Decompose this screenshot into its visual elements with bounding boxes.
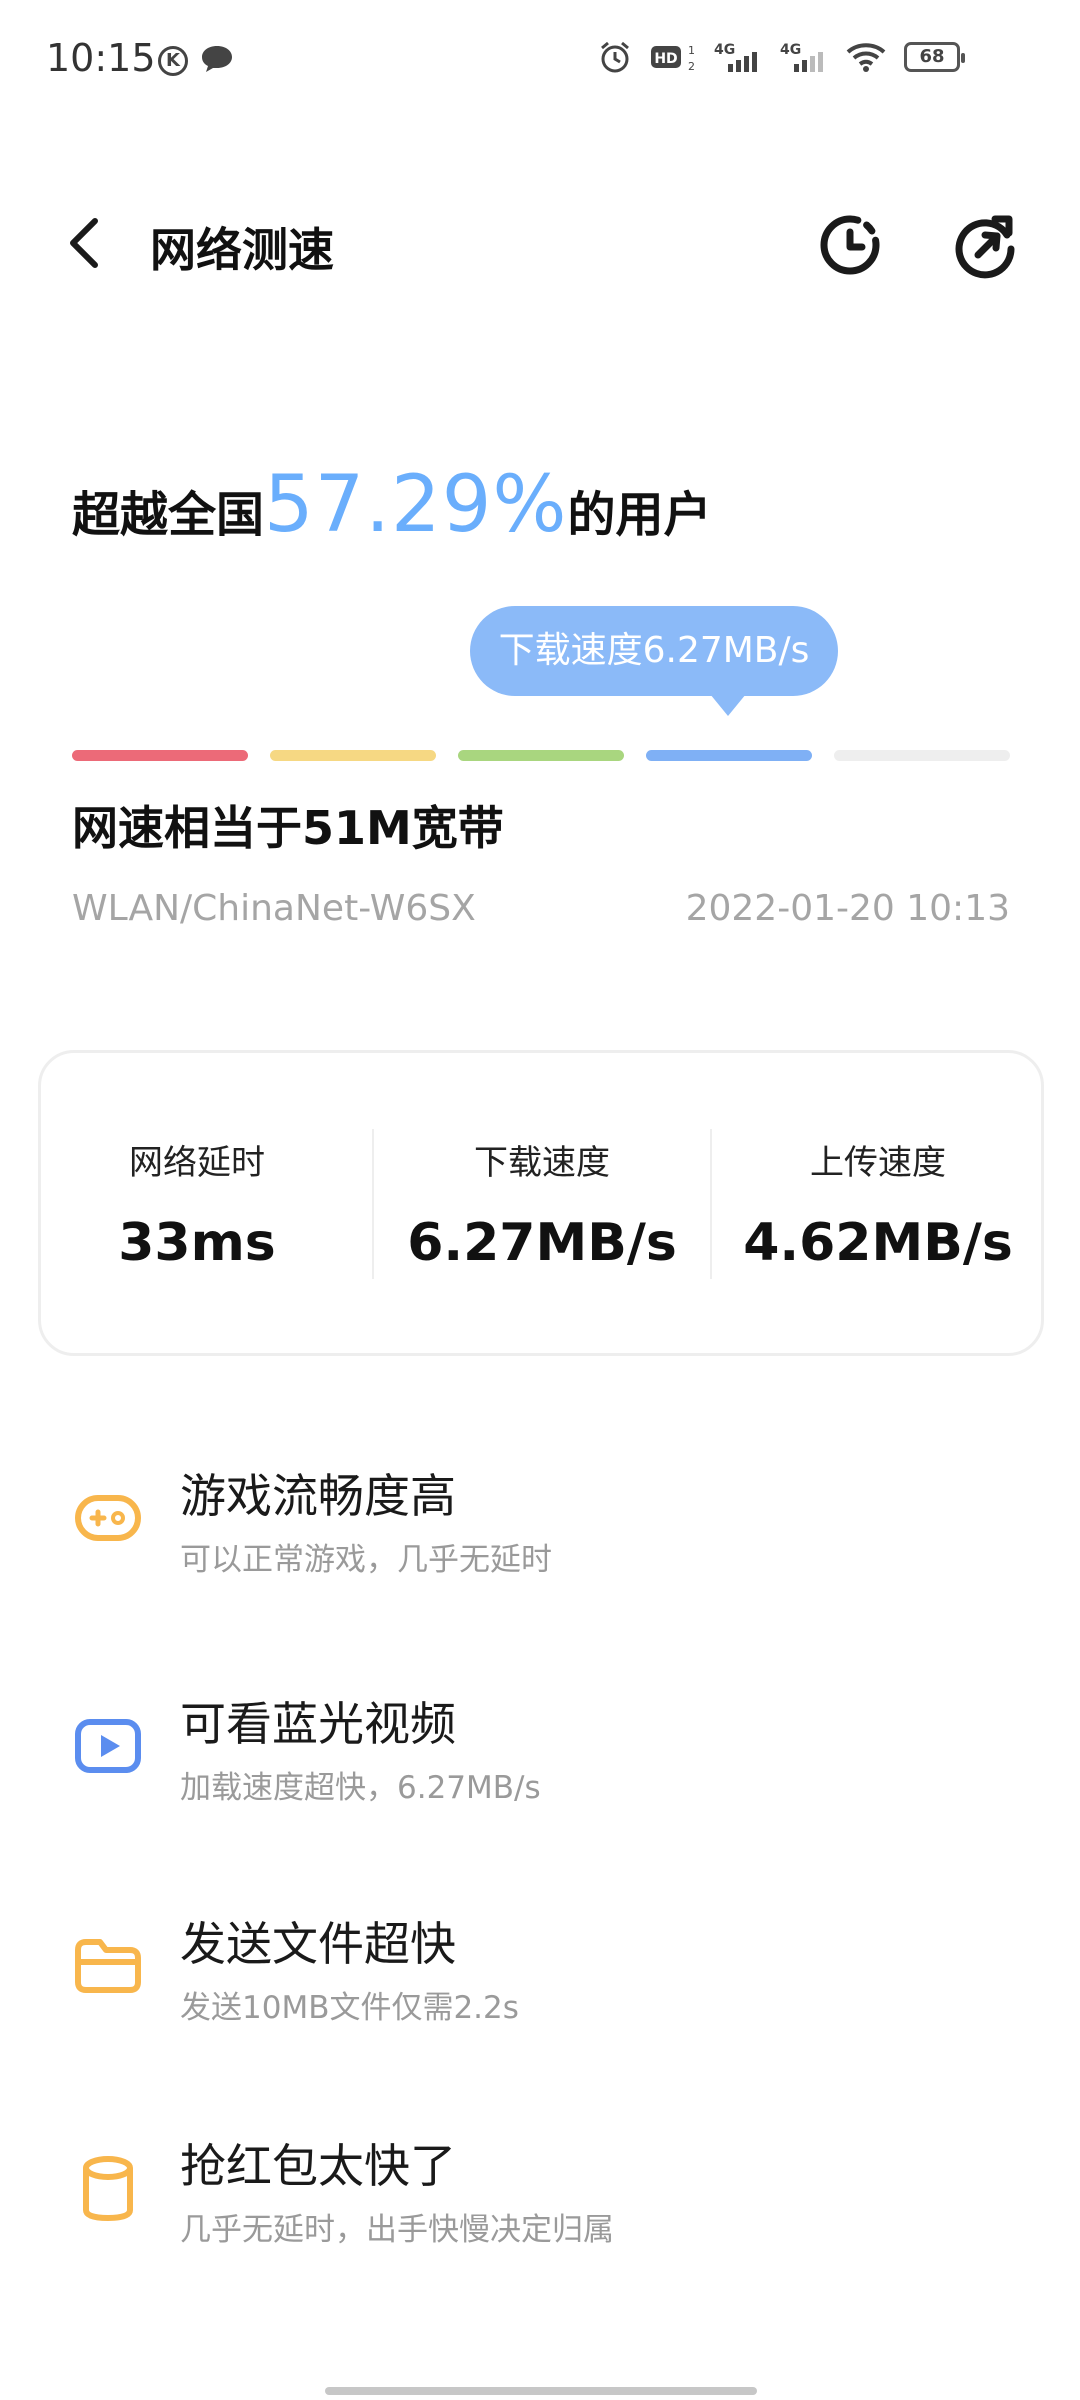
tooltip-pointer xyxy=(710,694,746,716)
rank-prefix: 超越全国 xyxy=(72,487,265,543)
history-button[interactable] xyxy=(810,205,890,285)
feature-file-transfer: 发送文件超快 发送10MB文件仅需2.2s xyxy=(0,1908,1080,2058)
battery-icon: 68 xyxy=(904,42,965,72)
scale-segment xyxy=(270,750,436,761)
download-speed-tooltip: 下载速度6.27MB/s xyxy=(470,606,838,696)
status-bar: 10:15 K HD 1 2 4G 4G 68 xyxy=(0,0,1080,120)
metric-value: 4.62MB/s xyxy=(743,1213,1013,1273)
svg-text:4G: 4G xyxy=(714,42,735,58)
message-icon xyxy=(202,46,232,72)
feature-subtitle: 几乎无延时，出手快慢决定归属 xyxy=(180,2212,614,2248)
svg-text:2: 2 xyxy=(688,60,695,73)
svg-text:HD: HD xyxy=(654,51,677,67)
scale-segment xyxy=(72,750,248,761)
chevron-left-icon xyxy=(70,218,98,268)
upload-metric: 上传速度 4.62MB/s xyxy=(712,1053,1044,1353)
bandwidth-equivalent: 网速相当于51M宽带 xyxy=(72,801,504,855)
scale-segment xyxy=(646,750,812,761)
feature-title: 抢红包太快了 xyxy=(180,2139,456,2193)
metric-value: 33ms xyxy=(118,1213,276,1273)
feature-red-packet: 抢红包太快了 几乎无延时，出手快慢决定归属 xyxy=(0,2130,1080,2280)
hd-icon: HD 1 2 xyxy=(651,44,695,73)
feature-title: 游戏流畅度高 xyxy=(180,1469,456,1523)
video-play-icon xyxy=(75,1719,141,1773)
scale-segment xyxy=(458,750,624,761)
app-bar: 网络测速 xyxy=(0,190,1080,300)
folder-icon xyxy=(75,1939,141,1993)
latency-metric: 网络延时 33ms xyxy=(41,1053,353,1353)
history-icon xyxy=(820,215,880,275)
back-button[interactable] xyxy=(50,208,120,278)
alarm-icon xyxy=(601,41,629,73)
rank-percent: 57.29% xyxy=(264,460,568,550)
download-metric: 下载速度 6.27MB/s xyxy=(374,1053,710,1353)
refresh-icon xyxy=(955,215,1015,279)
4g-signal-icon: 4G xyxy=(780,42,823,72)
feature-video: 可看蓝光视频 加载速度超快，6.27MB/s xyxy=(0,1688,1080,1838)
metrics-card: 网络延时 33ms 下载速度 6.27MB/s 上传速度 4.62MB/s xyxy=(38,1050,1044,1356)
svg-text:1: 1 xyxy=(688,44,695,57)
k-icon: K xyxy=(158,46,188,76)
scale-segment xyxy=(834,750,1010,761)
feature-subtitle: 加载速度超快，6.27MB/s xyxy=(180,1770,541,1806)
feature-subtitle: 发送10MB文件仅需2.2s xyxy=(180,1990,519,2026)
metric-label: 网络延时 xyxy=(129,1143,265,1183)
4g-signal-icon: 4G xyxy=(714,42,757,72)
retest-button[interactable] xyxy=(945,205,1025,285)
status-time: 10:15 xyxy=(46,36,156,80)
status-icons: HD 1 2 4G 4G 68 xyxy=(598,40,965,74)
feature-subtitle: 可以正常游戏，几乎无延时 xyxy=(180,1542,552,1578)
feature-gaming: 游戏流畅度高 可以正常游戏，几乎无延时 xyxy=(0,1460,1080,1610)
rank-headline: 超越全国 57.29% 的用户 xyxy=(72,460,711,560)
wifi-icon xyxy=(846,43,886,72)
feature-title: 发送文件超快 xyxy=(180,1917,456,1971)
svg-text:4G: 4G xyxy=(780,42,801,58)
metric-label: 上传速度 xyxy=(810,1143,946,1183)
speed-test-screen: 10:15 K HD 1 2 4G 4G 68 网络测速 超越全国 57.29%… xyxy=(0,0,1080,2400)
home-indicator[interactable] xyxy=(325,2387,757,2395)
metric-value: 6.27MB/s xyxy=(407,1213,677,1273)
red-packet-icon xyxy=(83,2156,133,2222)
rank-suffix: 的用户 xyxy=(567,487,712,543)
metric-label: 下载速度 xyxy=(474,1143,610,1183)
speed-level-scale xyxy=(72,750,1010,761)
page-title: 网络测速 xyxy=(150,223,334,277)
gamepad-icon xyxy=(75,1495,141,1541)
test-timestamp: 2022-01-20 10:13 xyxy=(685,888,1010,929)
network-name: WLAN/ChinaNet-W6SX xyxy=(72,888,476,929)
feature-title: 可看蓝光视频 xyxy=(180,1697,456,1751)
